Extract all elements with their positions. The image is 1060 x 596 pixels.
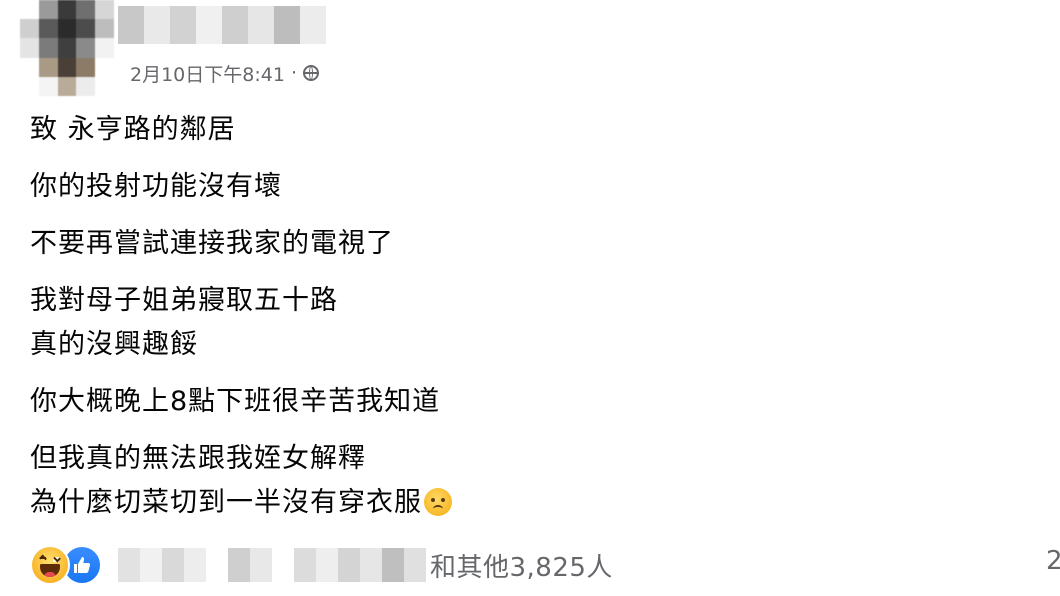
avatar-pixel xyxy=(76,38,96,58)
censor-pixel xyxy=(272,548,294,582)
censor-pixel xyxy=(196,6,222,44)
censor-pixel xyxy=(248,6,274,44)
avatar-pixel xyxy=(95,38,114,58)
avatar-pixel xyxy=(57,0,77,20)
censor-pixel xyxy=(294,548,316,582)
avatar-pixel xyxy=(20,0,39,20)
avatar-pixel xyxy=(95,0,114,20)
post-line: 你大概晚上8點下班很辛苦我知道 xyxy=(30,386,441,417)
avatar-pixel xyxy=(38,0,58,20)
avatar-pixel xyxy=(20,57,39,77)
post-paragraph: 你大概晚上8點下班很辛苦我知道 xyxy=(30,380,790,424)
post-paragraph: 不要再嘗試連接我家的電視了 xyxy=(30,222,790,266)
post-line: 我對母子姐弟寢取五十路 xyxy=(30,285,338,316)
censor-pixel xyxy=(382,548,404,582)
censor-pixel xyxy=(118,6,144,44)
censor-pixel xyxy=(404,548,426,582)
avatar-pixel xyxy=(20,76,39,96)
censor-pixel xyxy=(222,6,248,44)
reaction-count-text[interactable]: 和其他3,825人 xyxy=(430,547,613,584)
avatar-pixel xyxy=(38,76,58,96)
post-body: 致 永亨路的鄰居 你的投射功能沒有壞 不要再嘗試連接我家的電視了 我對母子姐弟寢… xyxy=(30,108,790,538)
avatar-pixel xyxy=(76,19,96,39)
avatar-pixel xyxy=(95,76,114,96)
avatar-pixel xyxy=(38,19,58,39)
meta-separator: · xyxy=(290,62,297,84)
censor-pixel xyxy=(274,6,300,44)
haha-icon[interactable] xyxy=(30,545,70,585)
post-line: 不要再嘗試連接我家的電視了 xyxy=(30,228,394,259)
avatar-pixel xyxy=(57,76,77,96)
censor-pixel xyxy=(228,548,250,582)
avatar-pixel xyxy=(76,0,96,20)
globe-icon[interactable] xyxy=(302,65,319,81)
avatar-pixel xyxy=(76,57,96,77)
censor-pixel xyxy=(170,6,196,44)
facebook-post: 2月10日下午8:41 · 致 永亨路的鄰居 你的投射功能沒有壞 不要再嘗試連接… xyxy=(0,0,1060,596)
post-line-text: 為什麼切菜切到一半沒有穿衣服 xyxy=(30,487,422,518)
censor-pixel xyxy=(140,548,162,582)
post-paragraph: 但我真的無法跟我姪女解釋 為什麼切菜切到一半沒有穿衣服 xyxy=(30,437,790,525)
censor-pixel xyxy=(338,548,360,582)
avatar-pixel xyxy=(57,38,77,58)
censor-pixel xyxy=(316,548,338,582)
avatar-pixel xyxy=(95,19,114,39)
censor-pixel xyxy=(184,548,206,582)
author-name-censored[interactable] xyxy=(118,6,326,44)
avatar-pixel xyxy=(20,19,39,39)
censor-pixel xyxy=(300,6,326,44)
reactor-names-censored[interactable] xyxy=(118,548,426,582)
sad-face-emoji-icon xyxy=(424,488,452,516)
post-meta: 2月10日下午8:41 · xyxy=(130,60,319,86)
post-line: 真的沒興趣餒 xyxy=(30,329,198,360)
avatar-pixel xyxy=(95,57,114,77)
avatar-pixel xyxy=(57,57,77,77)
censor-pixel xyxy=(206,548,228,582)
avatar-pixel xyxy=(38,38,58,58)
post-line: 你的投射功能沒有壞 xyxy=(30,171,282,202)
censor-pixel xyxy=(162,548,184,582)
avatar-pixel xyxy=(57,19,77,39)
post-paragraph: 你的投射功能沒有壞 xyxy=(30,165,790,209)
censor-pixel xyxy=(360,548,382,582)
avatar-pixel xyxy=(76,76,96,96)
post-line: 致 永亨路的鄰居 xyxy=(30,114,236,145)
reactions-bar[interactable]: 和其他3,825人 xyxy=(30,540,613,590)
censor-pixel xyxy=(144,6,170,44)
avatar-pixel xyxy=(38,57,58,77)
post-paragraph: 致 永亨路的鄰居 xyxy=(30,108,790,152)
post-line: 但我真的無法跟我姪女解釋 xyxy=(30,443,366,474)
censor-pixel xyxy=(250,548,272,582)
censor-pixel xyxy=(118,548,140,582)
post-paragraph: 我對母子姐弟寢取五十路 真的沒興趣餒 xyxy=(30,279,790,367)
avatar-pixel xyxy=(20,38,39,58)
post-line-with-emoji: 為什麼切菜切到一半沒有穿衣服 xyxy=(30,481,790,525)
post-timestamp[interactable]: 2月10日下午8:41 xyxy=(130,60,285,87)
comment-count[interactable]: 2 xyxy=(1046,546,1060,576)
avatar[interactable] xyxy=(20,0,114,96)
